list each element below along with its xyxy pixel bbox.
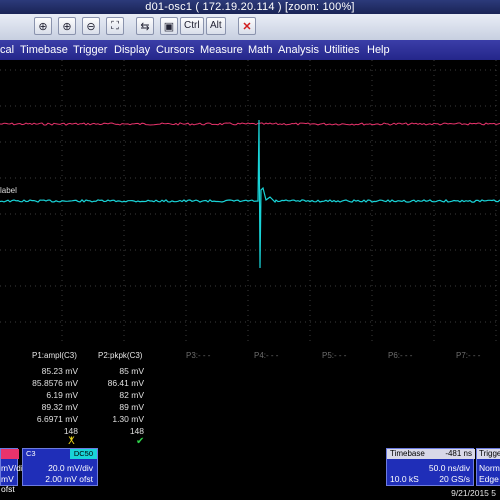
magenta-trace xyxy=(0,122,500,126)
menu-display[interactable]: Display xyxy=(114,40,150,60)
menu-math[interactable]: Math xyxy=(248,40,272,60)
menu-timebase[interactable]: Timebase xyxy=(20,40,68,60)
measure-value: 85.23 mV xyxy=(41,366,78,376)
channel-box-c2[interactable]: mV/div mV ofst xyxy=(0,448,27,494)
menu-help[interactable]: Help xyxy=(367,40,390,60)
fit-window-icon[interactable]: ⛶ xyxy=(106,17,124,35)
measure-value: 82 mV xyxy=(119,390,144,400)
trigger-mode: Norm xyxy=(479,463,500,473)
measure-value: 89.32 mV xyxy=(41,402,78,412)
measure-value: 6.6971 mV xyxy=(36,414,78,424)
toolbar: ⊕ ⊕ ⊖ ⛶ ⇆ ▣ Ctrl Alt ✕ xyxy=(0,14,500,41)
timebase-label: Timebase xyxy=(390,449,425,458)
zoom-out-icon[interactable]: ⊖ xyxy=(82,17,100,35)
grid-lines xyxy=(0,60,500,345)
zoom-in-icon[interactable]: ⊕ xyxy=(58,17,76,35)
screenshot-icon[interactable]: ▣ xyxy=(160,17,178,35)
measurement-table: P1:ampl(C3) P2:pkpk(C3) P3:- - - P4:- - … xyxy=(0,345,500,447)
channel-tag xyxy=(1,449,19,459)
trigger-header: Trigge xyxy=(477,449,500,459)
window-title: d01-osc1 ( 172.19.20.114 ) [zoom: 100%] xyxy=(145,1,355,13)
channel-coupling: DC50 xyxy=(69,449,97,459)
alt-key-button[interactable]: Alt xyxy=(206,17,226,35)
measure-header-p1[interactable]: P1:ampl(C3) xyxy=(32,351,77,360)
channel-scale: 20.0 mV/div xyxy=(48,463,93,473)
waveform-display[interactable] xyxy=(0,60,500,345)
measure-header-p3[interactable]: P3:- - - xyxy=(186,351,210,360)
measure-value: 85 mV xyxy=(119,366,144,376)
measure-value: 6.19 mV xyxy=(46,390,78,400)
measure-value: 89 mV xyxy=(119,402,144,412)
title-bar: d01-osc1 ( 172.19.20.114 ) [zoom: 100%] xyxy=(0,0,500,14)
timebase-header: Timebase -481 ns xyxy=(387,449,475,459)
channel-name: C3 xyxy=(26,449,36,458)
trigger-type: Edge xyxy=(479,474,499,484)
menu-trigger[interactable]: Trigger xyxy=(73,40,107,60)
channel-offset: 2.00 mV ofst xyxy=(45,474,93,484)
timebase-scale: 50.0 ns/div xyxy=(428,463,470,473)
measure-header-p2[interactable]: P2:pkpk(C3) xyxy=(98,351,142,360)
trace-label: label xyxy=(0,186,17,195)
channel-box-c3[interactable]: C3 DC50 20.0 mV/div 2.00 mV ofst xyxy=(22,448,98,486)
measure-value: 148 xyxy=(129,426,144,436)
status-panels: mV/div mV ofst C3 DC50 20.0 mV/div 2.00 … xyxy=(0,445,500,500)
zoom-in-icon[interactable]: ⊕ xyxy=(34,17,52,35)
menu-analysis[interactable]: Analysis xyxy=(278,40,319,60)
measure-value: 1.30 mV xyxy=(112,414,144,424)
timestamp: 9/21/2015 5 xyxy=(451,488,496,498)
ctrl-key-button[interactable]: Ctrl xyxy=(180,17,204,35)
measure-header-p7[interactable]: P7:- - - xyxy=(456,351,480,360)
timebase-panel[interactable]: Timebase -481 ns 50.0 ns/div 10.0 kS 20 … xyxy=(386,448,475,486)
measure-header-p5[interactable]: P5:- - - xyxy=(322,351,346,360)
menu-cursors[interactable]: Cursors xyxy=(156,40,195,60)
measure-value: 85.8576 mV xyxy=(32,378,78,388)
menu-utilities[interactable]: Utilities xyxy=(324,40,359,60)
menu-measure[interactable]: Measure xyxy=(200,40,243,60)
measure-value: 148 xyxy=(63,426,78,436)
timebase-delay: -481 ns xyxy=(445,449,472,458)
trigger-panel[interactable]: Trigge Norm Edge xyxy=(476,448,500,486)
menu-vertical[interactable]: cal xyxy=(0,40,14,60)
close-icon[interactable]: ✕ xyxy=(238,17,256,35)
measure-value: 86.41 mV xyxy=(107,378,144,388)
measure-header-p4[interactable]: P4:- - - xyxy=(254,351,278,360)
timebase-samples: 10.0 kS xyxy=(390,474,419,484)
channel-offset: mV ofst xyxy=(1,474,15,494)
menu-bar: cal Timebase Trigger Display Cursors Mea… xyxy=(0,40,500,60)
measure-header-p6[interactable]: P6:- - - xyxy=(388,351,412,360)
timebase-rate: 20 GS/s xyxy=(439,474,470,484)
remote-control-icon[interactable]: ⇆ xyxy=(136,17,154,35)
